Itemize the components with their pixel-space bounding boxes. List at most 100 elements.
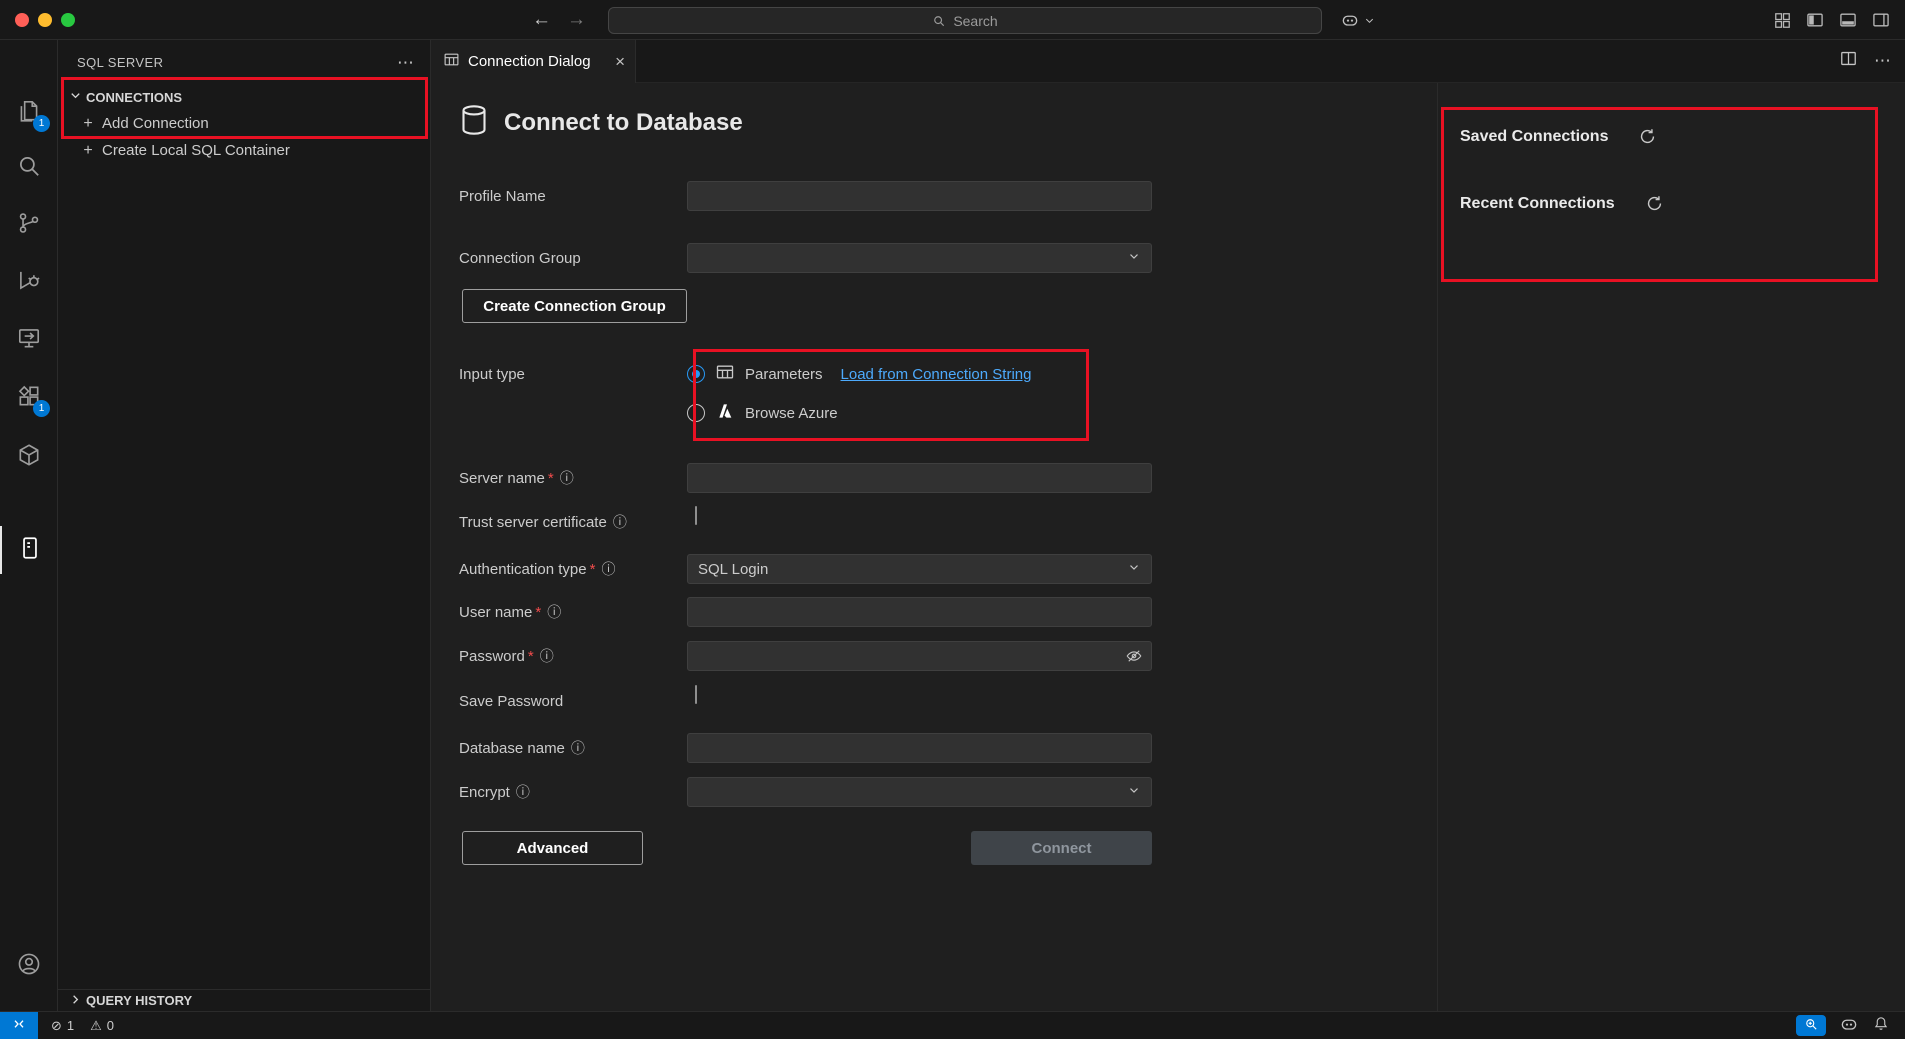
form-row-server-name: Server name * ⓘ [431,463,1152,493]
dialog-heading: Connect to Database [456,102,743,143]
chevron-down-icon [1127,560,1141,578]
create-connection-group-button[interactable]: Create Connection Group [462,289,687,323]
form-row-connection-group: Connection Group [431,243,1152,273]
remote-explorer-icon [16,325,42,356]
trust-server-certificate-label: Trust server certificate ⓘ [459,507,627,537]
required-marker: * [590,561,596,578]
tab-connection-dialog[interactable]: Connection Dialog × [431,40,636,83]
profile-name-input[interactable] [687,181,1152,211]
error-icon: ⊘ [51,1018,62,1034]
sidebar-item-search[interactable] [0,144,58,192]
label-text: Save Password [459,693,563,710]
copilot-icon[interactable] [1839,1014,1859,1037]
database-name-input[interactable] [687,733,1152,763]
copilot-icon [1340,10,1360,30]
search-icon [932,14,946,28]
sidebar-item-run-and-debug[interactable] [0,258,58,306]
parameters-radio[interactable] [687,365,705,383]
connections-section-header[interactable]: CONNECTIONS [58,84,430,110]
toggle-secondary-sidebar-icon[interactable] [1871,10,1891,30]
required-marker: * [528,648,534,665]
save-password-checkbox[interactable] [695,685,697,704]
info-icon[interactable]: ⓘ [613,512,627,532]
select-value: SQL Login [698,561,768,578]
form-row-trust-server-certificate: Trust server certificate ⓘ [431,507,1152,537]
advanced-button[interactable]: Advanced [462,831,643,865]
sql-server-icon [17,535,43,566]
label-text: Password [459,648,525,665]
sidebar-item-remote-explorer[interactable] [0,316,58,364]
eye-off-icon[interactable] [1125,647,1143,670]
info-icon[interactable]: ⓘ [547,602,561,622]
close-icon[interactable]: × [615,53,625,70]
form-row-authentication-type: Authentication type * ⓘ SQL Login [431,554,1152,584]
forward-icon[interactable]: → [567,9,586,31]
browse-azure-radio[interactable] [687,404,705,422]
warning-icon: ⚠ [90,1018,102,1034]
trust-server-certificate-checkbox[interactable] [695,506,697,525]
sidebar-item-containers[interactable] [0,433,58,481]
container-cube-icon [16,442,42,473]
toggle-panel-icon[interactable] [1838,10,1858,30]
search-label: Search [953,13,997,29]
close-window-button[interactable] [15,13,29,27]
refresh-icon[interactable] [1645,194,1664,213]
info-icon[interactable]: ⓘ [516,782,530,802]
label-text: Input type [459,366,525,383]
authentication-type-select[interactable]: SQL Login [687,554,1152,584]
info-icon[interactable]: ⓘ [540,646,554,666]
search-command-center[interactable]: Search [608,7,1322,34]
connection-group-select[interactable] [687,243,1152,273]
sidebar-item-sql-server[interactable] [0,526,58,574]
create-local-sql-container-item[interactable]: + Create Local SQL Container [58,137,430,164]
refresh-icon[interactable] [1638,127,1657,146]
account-icon [16,951,42,982]
info-icon[interactable]: ⓘ [560,468,574,488]
add-connection-item[interactable]: + Add Connection [58,110,430,137]
run-and-debug-icon [16,267,42,298]
info-icon[interactable]: ⓘ [601,559,615,579]
server-name-input[interactable] [687,463,1152,493]
query-history-section-header[interactable]: QUERY HISTORY [58,989,430,1011]
password-label: Password * ⓘ [459,641,554,671]
load-from-connection-string-link[interactable]: Load from Connection String [841,366,1032,383]
accounts-button[interactable] [0,942,58,990]
error-count: 1 [67,1018,74,1033]
remote-indicator[interactable] [0,1012,38,1039]
form-row-password: Password * ⓘ [431,641,1152,671]
more-actions-icon[interactable]: ⋯ [397,54,414,71]
zoom-status-item[interactable] [1796,1015,1826,1036]
form-row-database-name: Database name ⓘ [431,733,1152,763]
sidebar-item-source-control[interactable] [0,201,58,249]
connect-button[interactable]: Connect [971,831,1152,865]
toggle-primary-sidebar-icon[interactable] [1805,10,1825,30]
maximize-window-button[interactable] [61,13,75,27]
encrypt-label: Encrypt ⓘ [459,777,530,807]
form-row-profile-name: Profile Name [431,181,1152,211]
bell-icon[interactable] [1872,1015,1890,1036]
create-local-sql-container-label: Create Local SQL Container [102,142,290,159]
saved-connections-header: Saved Connections [1460,127,1657,146]
password-input[interactable] [687,641,1152,671]
required-marker: * [548,470,554,487]
split-editor-icon[interactable] [1839,49,1858,73]
form-row-save-password: Save Password [431,686,1152,716]
layout-controls [1773,0,1891,40]
title-bar: ← → Search [0,0,1905,40]
browse-azure-label: Browse Azure [745,405,838,422]
extensions-badge: 1 [33,400,50,417]
sidebar-title: SQL SERVER [77,55,163,70]
add-connection-label: Add Connection [102,115,209,132]
encrypt-select[interactable] [687,777,1152,807]
info-icon[interactable]: ⓘ [571,738,585,758]
back-icon[interactable]: ← [532,9,551,31]
problems-status[interactable]: ⊘ 1 ⚠ 0 [51,1018,114,1034]
activity-bar: 1 1 [0,40,58,1011]
user-name-input[interactable] [687,597,1152,627]
copilot-menu-button[interactable] [1340,0,1375,40]
more-actions-icon[interactable]: ⋯ [1874,51,1891,71]
sidebar-item-explorer[interactable]: 1 [0,89,58,137]
customize-layout-icon[interactable] [1773,11,1792,30]
sidebar-item-extensions[interactable]: 1 [0,374,58,422]
minimize-window-button[interactable] [38,13,52,27]
